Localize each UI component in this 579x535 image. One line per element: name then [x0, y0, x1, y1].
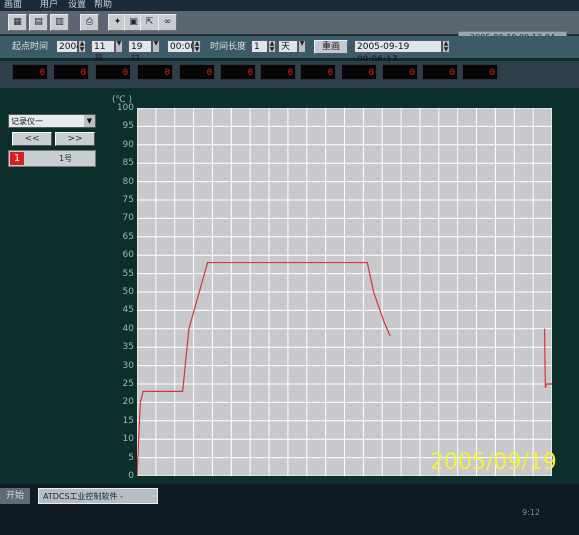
link-icon[interactable]: ∞ [158, 14, 177, 31]
start-time-label: 起点时间 [12, 42, 49, 52]
duration-unit-select[interactable]: 天 [278, 40, 298, 53]
y-tick-label: 20 [122, 397, 134, 408]
y-tick-label: 5 [128, 452, 134, 463]
duration-unit-dropdown[interactable]: ▼ [298, 40, 306, 53]
end-time-field[interactable]: 2005-09-19 09:06:17 [354, 40, 442, 65]
y-tick-label: 15 [122, 415, 134, 426]
y-tick-label: 45 [122, 305, 134, 316]
time-field[interactable]: 00:00 [167, 40, 196, 53]
y-tick-label: 25 [122, 379, 134, 389]
start-button[interactable]: 开始 [0, 488, 30, 504]
taskbar-app-button[interactable]: ATDCS工业控制软件 - [38, 488, 158, 504]
led-readout: 0 [137, 64, 173, 80]
y-tick-label: 55 [122, 268, 134, 279]
led-readout: 0 [300, 64, 336, 80]
time-spinner[interactable]: ▲ ▼ [193, 40, 201, 53]
y-tick-label: 85 [122, 158, 134, 169]
led-readout: 0 [179, 64, 215, 80]
menu-item-display[interactable]: 画面 [4, 0, 22, 11]
y-tick-label: 100 [116, 103, 134, 113]
led-readout: 0 [341, 64, 377, 80]
system-tray-clock: 9:12 [522, 508, 540, 517]
day-dropdown[interactable]: ▼ [152, 40, 160, 53]
y-tick-label: 0 [128, 471, 134, 481]
duration-spinner[interactable]: ▲ ▼ [268, 40, 276, 53]
display-icon[interactable]: ▦ [8, 14, 27, 31]
led-readout: 0 [422, 64, 458, 80]
y-tick-label: 65 [122, 231, 134, 242]
led-readout: 0 [382, 64, 418, 80]
duration-label: 时间长度 [210, 42, 247, 52]
duration-field[interactable]: 1 [251, 40, 268, 53]
print-icon[interactable]: ⎙ [80, 14, 99, 31]
end-time-spinner[interactable]: ▲ ▼ [442, 40, 450, 53]
year-spinner[interactable]: ▲ ▼ [78, 40, 86, 53]
month-select[interactable]: 11月 [91, 40, 115, 65]
series-line-2 [543, 328, 552, 388]
year-field[interactable]: 2004 [56, 40, 82, 53]
menu-bar: 画面 用户 设置 帮助 [0, 0, 579, 11]
photo-date-stamp: 2005/09/19 [430, 450, 557, 475]
y-tick-label: 75 [122, 195, 134, 205]
grid-icon[interactable]: ▤ [29, 14, 48, 31]
y-tick-label: 80 [122, 176, 134, 187]
led-readout: 0 [12, 64, 48, 80]
y-tick-label: 40 [122, 323, 134, 334]
y-tick-label: 70 [122, 213, 134, 224]
table-icon[interactable]: ▥ [50, 14, 69, 31]
led-readout: 0 [53, 64, 89, 80]
led-readout: 0 [220, 64, 256, 80]
channel-item[interactable]: 1 1号 [8, 150, 96, 167]
y-tick-label: 95 [122, 121, 134, 132]
y-tick-label: 35 [122, 342, 134, 353]
y-tick-label: 50 [122, 287, 134, 297]
left-panel: 记录仪一 ▼ << >> 1 1号 [8, 109, 100, 169]
led-readout: 0 [95, 64, 131, 80]
channel-name: 1号 [59, 154, 73, 163]
led-readout: 0 [260, 64, 296, 80]
recorder-select-value: 记录仪一 [11, 117, 43, 126]
channel-number: 1 [10, 152, 24, 165]
y-tick-label: 10 [122, 434, 134, 445]
prev-button[interactable]: << [12, 132, 52, 146]
month-dropdown[interactable]: ▼ [115, 40, 123, 53]
menu-item-help[interactable]: 帮助 [94, 0, 112, 11]
recorder-select[interactable]: 记录仪一 ▼ [8, 114, 96, 128]
next-button[interactable]: >> [55, 132, 95, 146]
y-tick-label: 90 [122, 139, 134, 150]
export-icon[interactable]: ⇱ [140, 14, 159, 31]
menu-item-user[interactable]: 用户 [40, 0, 58, 11]
redraw-button[interactable]: 重画 [314, 40, 348, 54]
day-select[interactable]: 19日 [128, 40, 152, 65]
y-tick-label: 30 [122, 360, 134, 371]
led-readout: 0 [462, 64, 498, 80]
trend-chart [137, 108, 552, 476]
chevron-down-icon[interactable]: ▼ [84, 115, 95, 127]
menu-item-settings[interactable]: 设置 [68, 0, 86, 11]
y-tick-label: 60 [122, 250, 134, 261]
